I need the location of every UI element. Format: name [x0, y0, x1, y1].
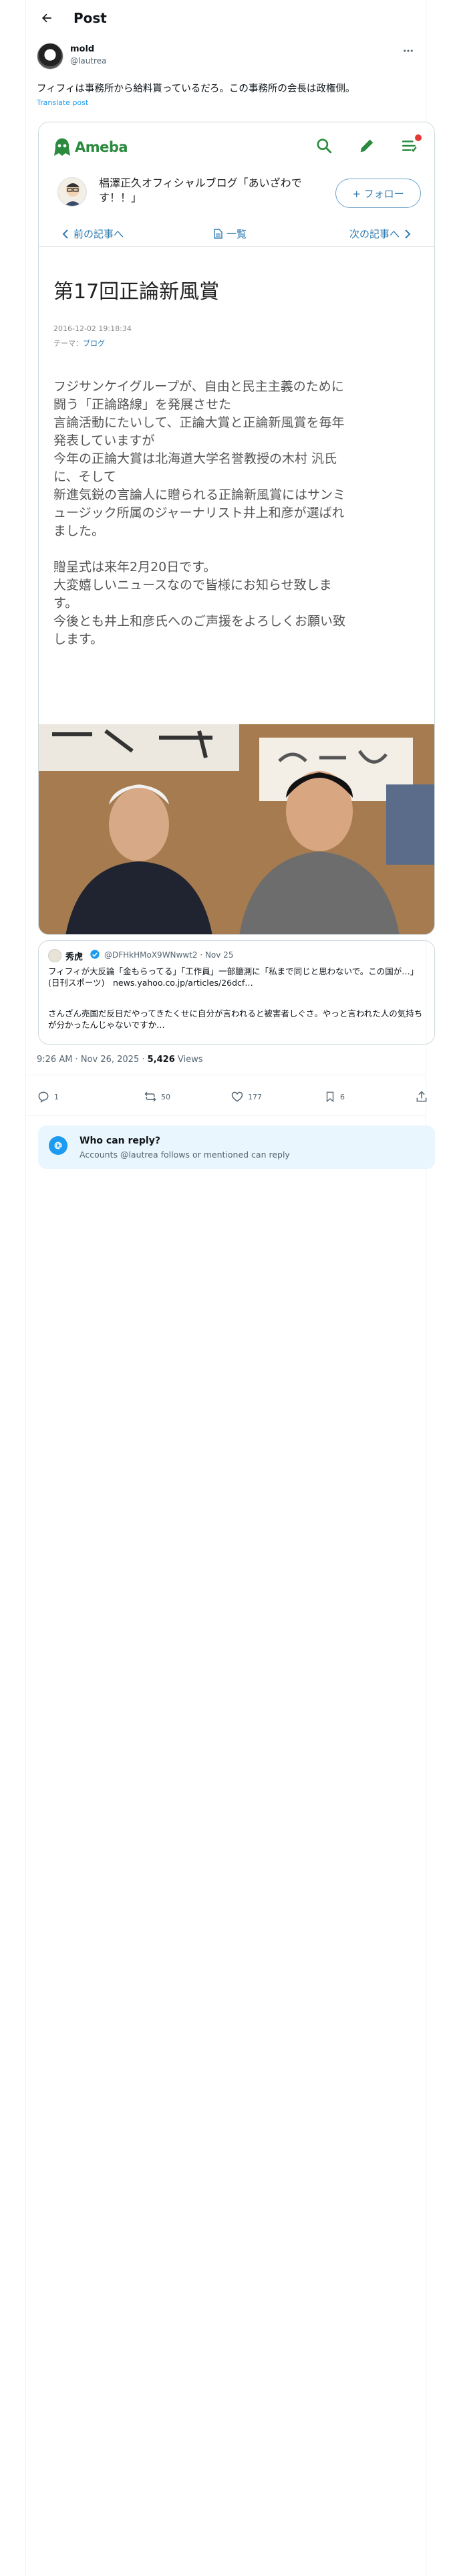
- bookmark-icon: [326, 1091, 334, 1103]
- author-name[interactable]: mold: [70, 44, 94, 54]
- document-icon: [214, 229, 222, 239]
- reply-notice-subtitle: Accounts @lautrea follows or mentioned c…: [80, 1150, 290, 1160]
- follow-button[interactable]: + フォロー: [335, 179, 421, 208]
- article-photo: [39, 724, 434, 934]
- views-label: Views: [174, 1055, 203, 1065]
- article-list-link[interactable]: 一覧: [214, 227, 247, 241]
- repost-count: 50: [161, 1092, 170, 1101]
- views-count: 5,426: [147, 1055, 175, 1065]
- reply-restriction-notice: Who can reply? Accounts @lautrea follows…: [38, 1125, 435, 1169]
- next-article-link[interactable]: 次の記事へ: [349, 227, 412, 241]
- like-button[interactable]: 177: [231, 1090, 262, 1103]
- more-icon: [404, 49, 413, 52]
- article-theme: テーマ：ブログ: [53, 338, 105, 348]
- quoted-post[interactable]: 秀虎 @DFHkHMoX9WNwwt2 · Nov 25 フィフィが大反論「金も…: [38, 940, 435, 1045]
- reply-notice-title: Who can reply?: [80, 1136, 160, 1146]
- blogger-portrait-icon: [64, 183, 82, 206]
- quoted-handle[interactable]: @DFHkHMoX9WNwwt2 · Nov 25: [104, 950, 233, 960]
- back-button[interactable]: [35, 6, 59, 30]
- divider: [25, 1115, 426, 1116]
- ameba-header: Ameba: [39, 122, 434, 171]
- page-title: Post: [73, 9, 107, 26]
- repost-button[interactable]: 50: [144, 1090, 170, 1103]
- like-count: 177: [248, 1092, 262, 1101]
- chevron-left-icon: [62, 229, 68, 239]
- next-article-label: 次の記事へ: [349, 228, 400, 240]
- article-navigation: 前の記事へ 一覧 次の記事へ: [39, 220, 434, 247]
- blog-header: 椙澤正久オフィシャルブログ「あいざわです！！」 + フォロー: [39, 171, 434, 217]
- share-icon: [416, 1091, 427, 1102]
- translate-post-link[interactable]: Translate post: [37, 98, 88, 107]
- two-men-photo-image: [39, 724, 434, 934]
- heart-icon: [231, 1091, 243, 1102]
- reply-count: 1: [54, 1092, 59, 1101]
- article-date: 2016-12-02 19:18:34: [53, 324, 132, 333]
- verified-badge-icon: [90, 950, 100, 959]
- ameba-write-button[interactable]: [357, 136, 377, 156]
- more-options-button[interactable]: [400, 43, 416, 59]
- post-author: mold @lautrea: [37, 43, 424, 72]
- article-paragraph: フジサンケイグループが、自由と民主主義のために 闘う「正論路線」を発展させた 言…: [53, 379, 346, 538]
- at-sign-icon: [49, 1136, 67, 1155]
- ameba-logo: Ameba: [53, 137, 128, 157]
- bookmark-count: 6: [340, 1092, 345, 1101]
- ameba-search-button[interactable]: [314, 136, 334, 156]
- action-bar: 1 50 177 6: [37, 1083, 427, 1110]
- chevron-right-icon: [405, 229, 411, 239]
- article-paragraph: 贈呈式は来年2月20日です。 大変嬉しいニュースなので皆様にお知らせ致しま す。…: [53, 560, 346, 647]
- article-title: 第17回正論新風賞: [53, 280, 220, 304]
- avatar[interactable]: [37, 43, 63, 70]
- pencil-icon: [360, 139, 373, 152]
- blog-title[interactable]: 椙澤正久オフィシャルブログ「あいざわです！！」: [99, 176, 313, 205]
- notification-dot: [415, 134, 422, 141]
- previous-article-label: 前の記事へ: [73, 228, 124, 240]
- bookmark-button[interactable]: 6: [324, 1090, 345, 1103]
- quoted-text: フィフィが大反論「金もらってる」「工作員」一部臆測に「私まで同じと思わないで。こ…: [48, 966, 419, 988]
- post-text: フィフィは事務所から給料貰っているだろ。この事務所の会長は政権側。: [37, 84, 355, 94]
- post-timestamp: 9:26 AM · Nov 26, 2025 · 5,426 Views: [37, 1055, 203, 1065]
- quoted-text: さんざん売国だ反日だやってきたくせに自分が言われると被害者しぐさ。やっと言われた…: [48, 1008, 423, 1030]
- reply-button[interactable]: 1: [37, 1090, 59, 1103]
- search-icon: [317, 138, 332, 154]
- reply-icon: [38, 1091, 49, 1103]
- article-list-label: 一覧: [227, 228, 247, 240]
- ameba-wordmark: Ameba: [75, 139, 128, 155]
- theme-label: テーマ：: [53, 339, 83, 348]
- top-bar: Post: [25, 0, 426, 35]
- quoted-author-name[interactable]: 秀虎: [65, 950, 83, 962]
- previous-article-link[interactable]: 前の記事へ: [61, 227, 124, 241]
- attached-image[interactable]: Ameba 椙澤正久オフィシャルブログ「あいざわです！！」 + フォロー 前の記…: [38, 122, 435, 935]
- quoted-avatar[interactable]: [48, 949, 61, 962]
- author-handle[interactable]: @lautrea: [70, 56, 106, 66]
- article-body: フジサンケイグループが、自由と民主主義のために 闘う「正論路線」を発展させた 言…: [53, 378, 428, 649]
- share-button[interactable]: [415, 1090, 428, 1103]
- blog-avatar[interactable]: [57, 177, 87, 207]
- timestamp-text[interactable]: 9:26 AM · Nov 26, 2025 ·: [37, 1055, 148, 1065]
- arrow-left-icon: [42, 13, 51, 22]
- repost-icon: [144, 1091, 156, 1102]
- theme-link[interactable]: ブログ: [83, 339, 105, 348]
- ameba-menu-button[interactable]: [400, 134, 422, 156]
- ameba-mascot-icon: [54, 138, 70, 156]
